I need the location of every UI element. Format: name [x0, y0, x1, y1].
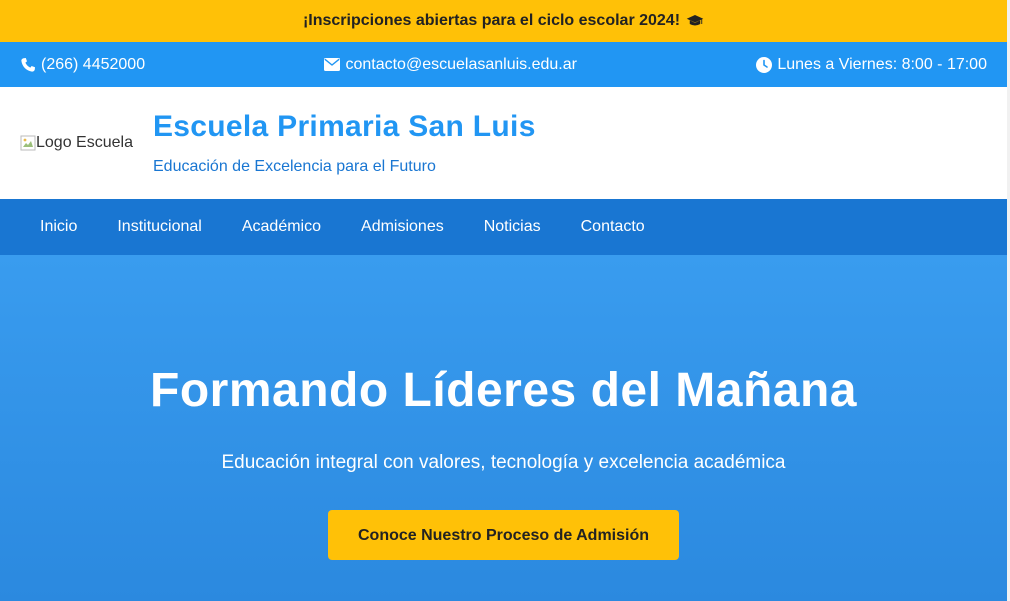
site-title[interactable]: Escuela Primaria San Luis — [153, 110, 536, 144]
announcement-text: ¡Inscripciones abiertas para el ciclo es… — [302, 12, 681, 29]
phone-contact: (266) 4452000 — [20, 56, 145, 74]
admission-process-button[interactable]: Conoce Nuestro Proceso de Admisión — [328, 510, 679, 560]
email-contact: contacto@escuelasanluis.edu.ar — [324, 56, 577, 74]
announcement-bar: ¡Inscripciones abiertas para el ciclo es… — [0, 0, 1007, 42]
office-hours: Lunes a Viernes: 8:00 - 17:00 — [756, 56, 987, 74]
envelope-icon — [324, 58, 341, 71]
hero-section: Formando Líderes del Mañana Educación in… — [0, 255, 1007, 601]
phone-icon — [21, 57, 35, 72]
broken-image-icon — [20, 135, 36, 151]
nav-item-contacto[interactable]: Contacto — [561, 199, 665, 255]
nav-item-academico[interactable]: Académico — [222, 199, 341, 255]
nav-item-admisiones[interactable]: Admisiones — [341, 199, 464, 255]
site-tagline: Educación de Excelencia para el Futuro — [153, 158, 436, 175]
hero-title: Formando Líderes del Mañana — [150, 364, 857, 417]
main-nav: Inicio Institucional Académico Admisione… — [0, 199, 1007, 255]
nav-item-inicio[interactable]: Inicio — [20, 199, 97, 255]
graduation-cap-icon — [686, 15, 704, 26]
phone-number[interactable]: (266) 4452000 — [41, 56, 145, 74]
nav-item-noticias[interactable]: Noticias — [464, 199, 561, 255]
page: ¡Inscripciones abiertas para el ciclo es… — [0, 0, 1007, 601]
contact-topbar: (266) 4452000 contacto@escuelasanluis.ed… — [0, 42, 1007, 87]
clock-icon — [756, 56, 773, 73]
nav-item-institucional[interactable]: Institucional — [97, 199, 222, 255]
site-header: Logo Escuela Escuela Primaria San Luis E… — [0, 87, 1007, 199]
office-hours-text: Lunes a Viernes: 8:00 - 17:00 — [777, 55, 987, 73]
email-address[interactable]: contacto@escuelasanluis.edu.ar — [345, 56, 577, 74]
logo-alt-text: Logo Escuela — [36, 134, 133, 151]
school-logo[interactable]: Logo Escuela — [20, 134, 133, 152]
brand-block: Escuela Primaria San Luis Educación de E… — [153, 110, 536, 176]
hero-subtitle: Educación integral con valores, tecnolog… — [221, 452, 786, 473]
